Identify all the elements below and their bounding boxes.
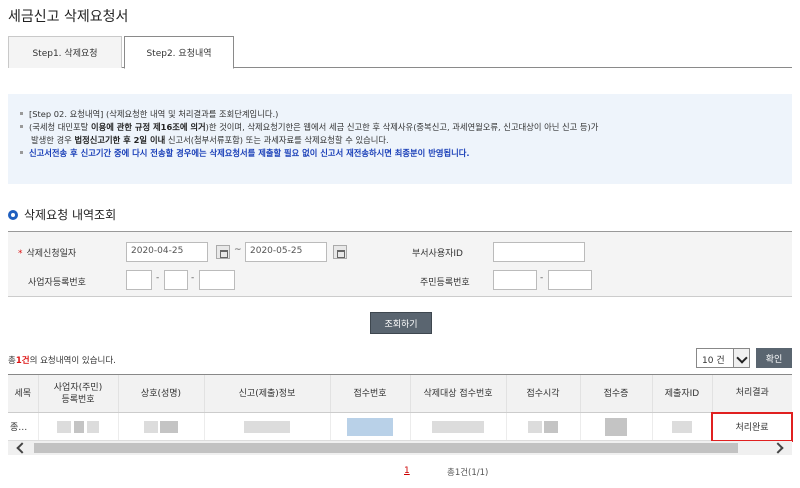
col-header: 접수증: [579, 374, 652, 413]
redaction-block: [74, 420, 84, 433]
redacted-cell[interactable]: [329, 412, 410, 441]
rrn-part2-input[interactable]: [548, 270, 592, 290]
redacted-cell: [203, 412, 330, 441]
redacted-cell: [505, 412, 580, 441]
redacted-cell: [651, 412, 712, 441]
dash: -: [540, 273, 544, 283]
confirm-button[interactable]: 확인: [756, 348, 792, 368]
search-button[interactable]: 조회하기: [370, 312, 432, 334]
search-panel: * 삭제신청일자 2020-04-25 ~ 2020-05-25 부서사용자ID …: [8, 231, 792, 297]
col-header: 접수시각: [505, 374, 580, 413]
redaction-block: [57, 420, 72, 433]
brn-part2-input[interactable]: [164, 270, 188, 290]
redaction-block: [544, 420, 559, 433]
date-to-input[interactable]: 2020-05-25: [245, 242, 327, 262]
rrn-part1-input[interactable]: [493, 270, 537, 290]
col-header: 신고(제출)정보: [203, 374, 330, 413]
redaction-block: [244, 420, 290, 433]
redacted-cell: [37, 412, 118, 441]
status-cell: 처리완료: [711, 411, 793, 442]
pagination-total: 총1건(1/1): [447, 468, 489, 478]
results-table: 세목 사업자(주민) 등록번호 상호(성명) 신고(제출)정보 접수번호 삭제대…: [8, 374, 793, 442]
redaction-block: [527, 420, 542, 433]
redaction-block: [347, 417, 393, 436]
col-header: 사업자(주민) 등록번호: [37, 374, 118, 413]
chevron-down-icon[interactable]: [733, 349, 749, 367]
brn-part3-input[interactable]: [199, 270, 235, 290]
info-box: [Step 02. 요청내역] (삭제요청한 내역 및 처리결과를 조회단계입니…: [8, 94, 792, 184]
dept-user-label: 부서사용자ID: [412, 249, 463, 259]
info-line-2: (국세청 대민포탈 이용에 관한 규정 제16조에 의거)한 것이며, 삭제요청…: [20, 121, 782, 134]
brn-label: 사업자등록번호: [28, 278, 86, 288]
date-from-input[interactable]: 2020-04-25: [126, 242, 208, 262]
info-line-3: 발생한 경우 법정신고기한 후 2일 이내 신고서(첨부서류포함) 또는 과세자…: [31, 135, 389, 145]
tab-bar: Step1. 삭제요청 Step2. 요청내역: [8, 36, 792, 69]
circle-bullet-icon: [8, 209, 18, 220]
rrn-label: 주민등록번호: [420, 278, 470, 288]
redaction-block: [160, 420, 179, 433]
scroll-right-icon[interactable]: [772, 442, 784, 454]
redaction-block: [671, 420, 692, 433]
tab-step2-request-history[interactable]: Step2. 요청내역: [124, 36, 234, 69]
scrollbar-thumb[interactable]: [34, 443, 738, 453]
calendar-to-icon[interactable]: [333, 245, 347, 259]
result-count: 총1건의 요청내역이 있습니다.: [8, 356, 116, 366]
brn-part1-input[interactable]: [126, 270, 152, 290]
redacted-cell[interactable]: [579, 412, 652, 441]
table-row[interactable]: 종… 처리완료: [8, 411, 793, 442]
col-header: 세목: [8, 374, 38, 413]
page-link-current[interactable]: 1: [404, 466, 410, 476]
info-line-1: [Step 02. 요청내역] (삭제요청한 내역 및 처리결과를 조회단계입니…: [20, 108, 782, 121]
page-size-select[interactable]: 10 건: [696, 348, 750, 368]
page-title: 세금신고 삭제요청서: [8, 9, 129, 25]
info-line-4: 신고서전송 후 신고기간 중에 다시 전송할 경우에는 삭제요청서를 제출할 필…: [20, 147, 782, 160]
range-separator: ~: [234, 245, 242, 255]
col-header: 제출자ID: [651, 374, 712, 413]
dash: -: [156, 273, 160, 283]
redaction-block: [605, 417, 627, 436]
redacted-cell: [409, 412, 506, 441]
redaction-block: [143, 420, 158, 433]
tab-step1-delete-request[interactable]: Step1. 삭제요청: [8, 36, 122, 68]
col-header: 삭제대상 접수번호: [409, 374, 506, 413]
date-label: * 삭제신청일자: [18, 249, 77, 259]
bullet-icon: [20, 125, 23, 128]
horizontal-scrollbar[interactable]: [8, 441, 792, 455]
dash: -: [191, 273, 195, 283]
calendar-from-icon[interactable]: [216, 245, 230, 259]
redaction-block: [432, 420, 484, 433]
bullet-icon: [20, 151, 23, 154]
bullet-icon: [20, 112, 23, 115]
col-header: 접수번호: [329, 374, 410, 413]
redacted-cell: [117, 412, 204, 441]
redaction-block: [86, 420, 99, 433]
col-header: 처리결과: [711, 374, 792, 413]
section-title: 삭제요청 내역조회: [8, 206, 116, 223]
tax-item-cell: 종…: [8, 412, 38, 441]
scroll-left-icon[interactable]: [16, 442, 28, 454]
col-header: 상호(성명): [117, 374, 204, 413]
dept-user-input[interactable]: [493, 242, 585, 262]
table-header-row: 세목 사업자(주민) 등록번호 상호(성명) 신고(제출)정보 접수번호 삭제대…: [8, 374, 792, 413]
